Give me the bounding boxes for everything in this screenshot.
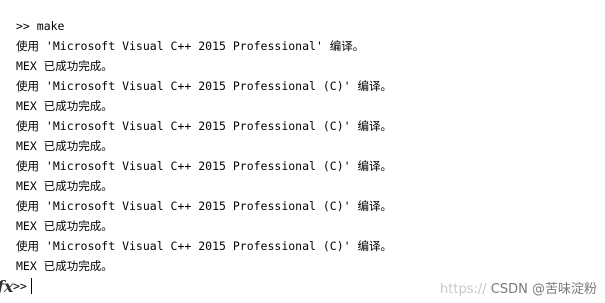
console-line: MEX 已成功完成。 [16,259,113,273]
console-line: >> make [16,19,65,33]
console-output: >> make 使用 'Microsoft Visual C++ 2015 Pr… [16,16,595,276]
console-line: 使用 'Microsoft Visual C++ 2015 Profession… [16,119,392,133]
command-window[interactable]: >> make 使用 'Microsoft Visual C++ 2015 Pr… [0,0,605,303]
text-cursor [30,278,32,294]
console-line: 使用 'Microsoft Visual C++ 2015 Profession… [16,39,365,53]
console-line: 使用 'Microsoft Visual C++ 2015 Profession… [16,199,392,213]
console-line: MEX 已成功完成。 [16,139,113,153]
function-browser-icon[interactable]: fx [0,277,13,296]
command-prompt-line[interactable]: fx >> [0,275,200,297]
console-line: 使用 'Microsoft Visual C++ 2015 Profession… [16,239,392,253]
prompt-symbol: >> [13,279,27,293]
console-line: MEX 已成功完成。 [16,179,113,193]
console-line: 使用 'Microsoft Visual C++ 2015 Profession… [16,79,392,93]
console-line: MEX 已成功完成。 [16,59,113,73]
watermark: https:// CSDN @苦味淀粉 [440,278,597,297]
console-line: MEX 已成功完成。 [16,219,113,233]
watermark-text: CSDN @苦味淀粉 [490,282,597,297]
console-line: 使用 'Microsoft Visual C++ 2015 Profession… [16,159,392,173]
console-line: MEX 已成功完成。 [16,99,113,113]
watermark-url: https:// [440,282,487,297]
